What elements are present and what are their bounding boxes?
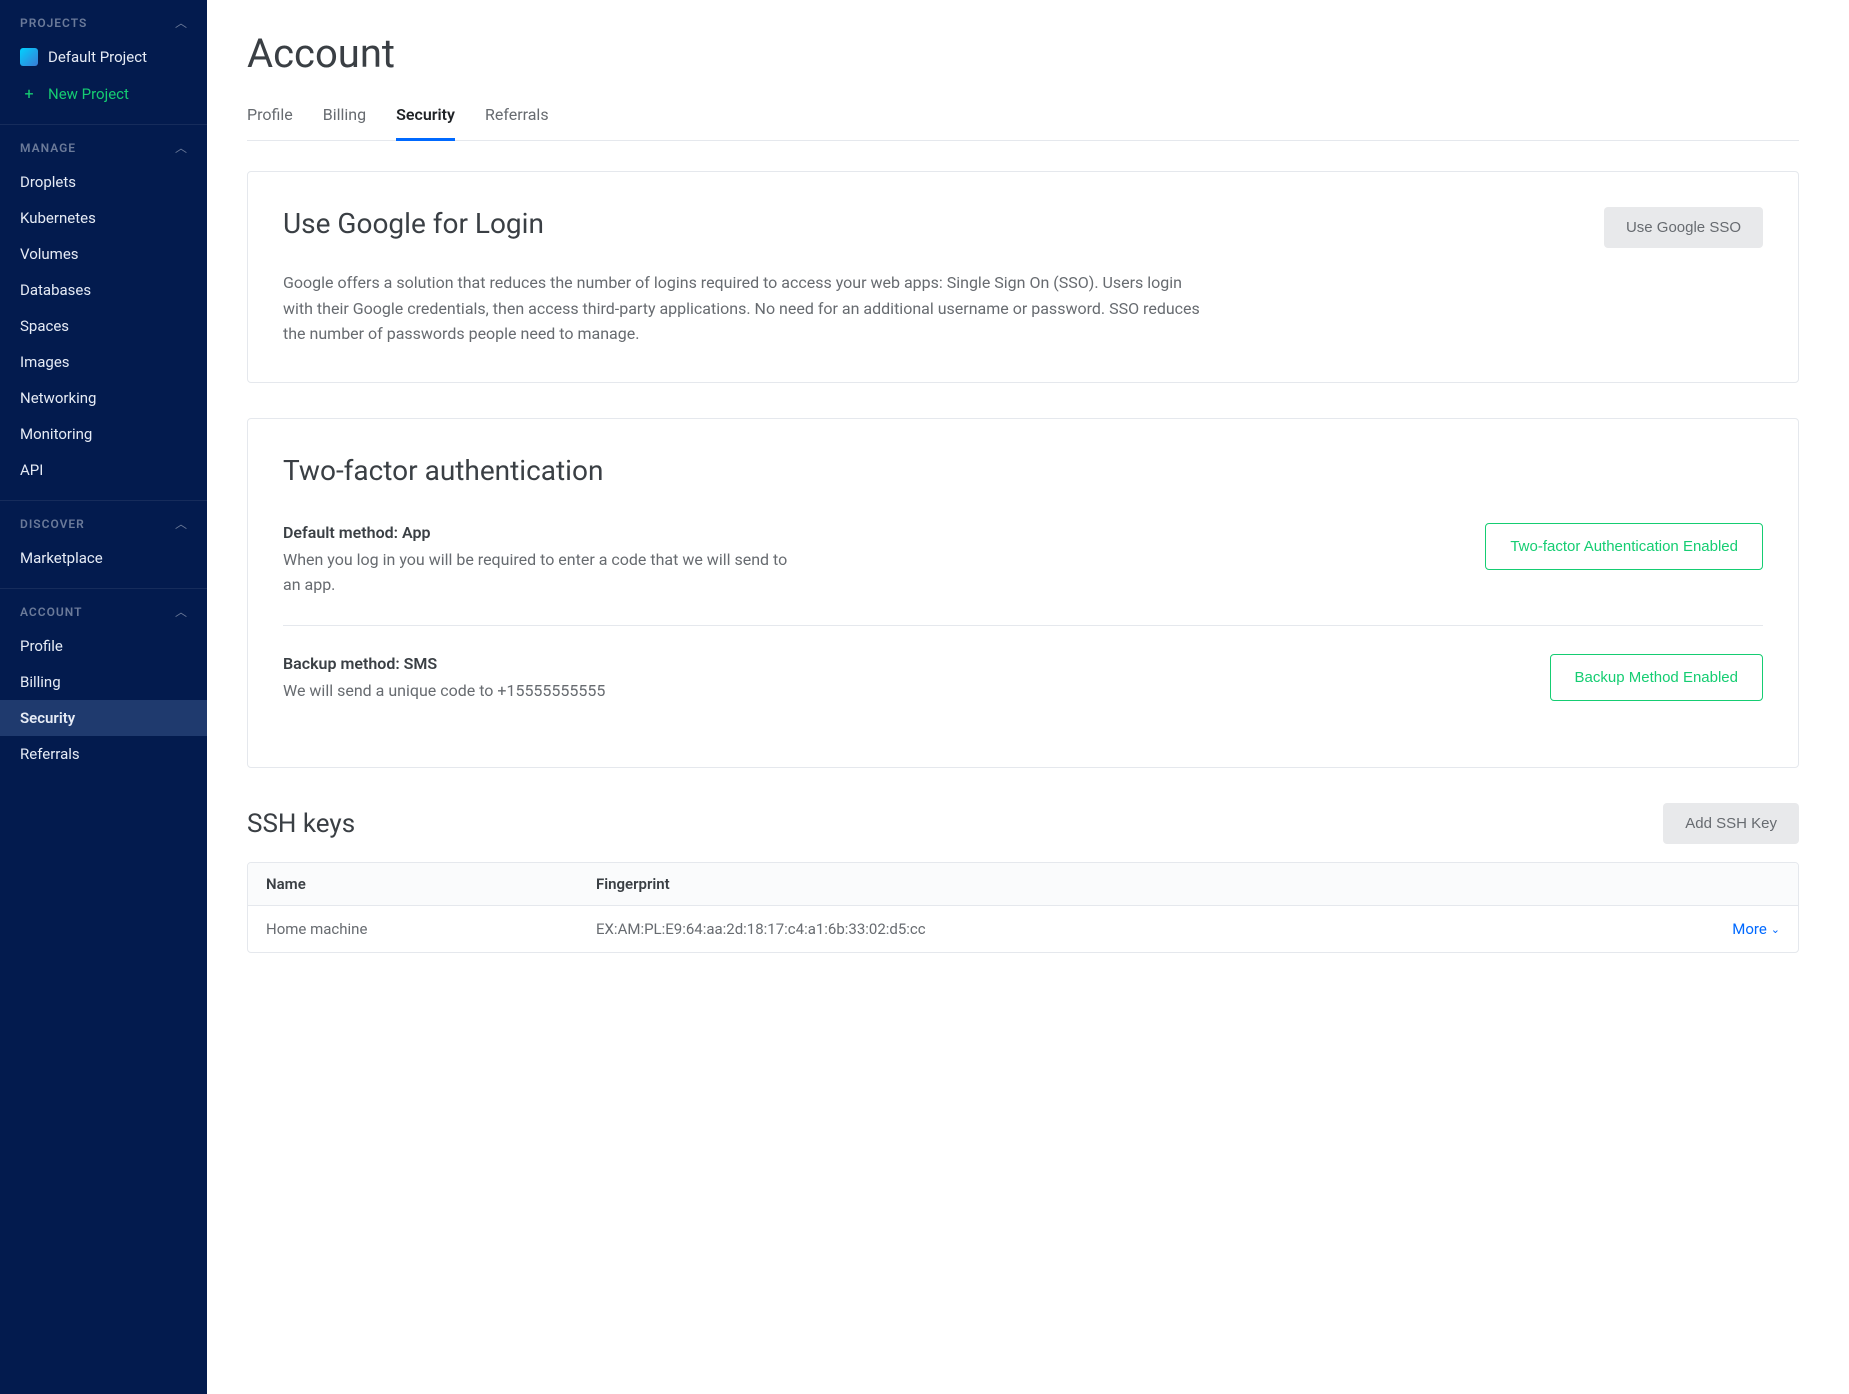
tfa-default-label: Default method: App xyxy=(283,523,803,542)
sidebar-item-label: Default Project xyxy=(48,48,147,66)
sso-title: Use Google for Login xyxy=(283,207,544,240)
sidebar-item-networking[interactable]: Networking xyxy=(0,380,207,416)
backup-enabled-button[interactable]: Backup Method Enabled xyxy=(1550,654,1763,701)
sidebar-section-manage: MANAGE ︿ Droplets Kubernetes Volumes Dat… xyxy=(0,125,207,501)
tfa-backup-label: Backup method: SMS xyxy=(283,654,605,673)
sidebar-item-label: Billing xyxy=(20,673,61,691)
sidebar-item-label: Volumes xyxy=(20,245,79,263)
main-content: Account Profile Billing Security Referra… xyxy=(207,0,1849,1394)
sidebar-item-label: Referrals xyxy=(20,745,80,763)
ssh-section: SSH keys Add SSH Key Name Fingerprint Ho… xyxy=(247,803,1799,953)
tabs: Profile Billing Security Referrals xyxy=(247,105,1799,141)
sidebar-item-spaces[interactable]: Spaces xyxy=(0,308,207,344)
sidebar-header-discover[interactable]: DISCOVER ︿ xyxy=(0,501,207,540)
tab-security[interactable]: Security xyxy=(396,105,455,141)
sidebar-section-projects: PROJECTS ︿ Default Project + New Project xyxy=(0,0,207,125)
tfa-default-row: Default method: App When you log in you … xyxy=(283,515,1763,626)
sidebar-item-label: Security xyxy=(20,709,75,727)
ssh-title: SSH keys xyxy=(247,809,355,839)
sidebar-item-label: Marketplace xyxy=(20,549,103,567)
sidebar-item-profile[interactable]: Profile xyxy=(0,628,207,664)
add-ssh-key-button[interactable]: Add SSH Key xyxy=(1663,803,1799,844)
sidebar-item-marketplace[interactable]: Marketplace xyxy=(0,540,207,576)
sidebar: PROJECTS ︿ Default Project + New Project… xyxy=(0,0,207,1394)
ssh-table: Name Fingerprint Home machine EX:AM:PL:E… xyxy=(247,862,1799,953)
sidebar-item-monitoring[interactable]: Monitoring xyxy=(0,416,207,452)
tab-referrals[interactable]: Referrals xyxy=(485,105,549,141)
sidebar-item-label: Spaces xyxy=(20,317,69,335)
use-google-sso-button[interactable]: Use Google SSO xyxy=(1604,207,1763,248)
chevron-up-icon: ︿ xyxy=(175,515,187,532)
sidebar-item-databases[interactable]: Databases xyxy=(0,272,207,308)
sidebar-header-manage[interactable]: MANAGE ︿ xyxy=(0,125,207,164)
sidebar-item-security[interactable]: Security xyxy=(0,700,207,736)
sidebar-section-account: ACCOUNT ︿ Profile Billing Security Refer… xyxy=(0,589,207,784)
sidebar-item-label: Databases xyxy=(20,281,91,299)
ssh-key-fingerprint: EX:AM:PL:E9:64:aa:2d:18:17:c4:a1:6b:33:0… xyxy=(578,906,1678,952)
chevron-up-icon: ︿ xyxy=(175,14,187,31)
sidebar-item-label: Monitoring xyxy=(20,425,92,443)
tfa-backup-desc: We will send a unique code to +155555555… xyxy=(283,679,605,704)
chevron-up-icon: ︿ xyxy=(175,603,187,620)
sidebar-item-label: API xyxy=(20,461,43,479)
sidebar-item-droplets[interactable]: Droplets xyxy=(0,164,207,200)
chevron-up-icon: ︿ xyxy=(175,139,187,156)
chevron-down-icon: ⌄ xyxy=(1771,923,1780,936)
sidebar-item-referrals[interactable]: Referrals xyxy=(0,736,207,772)
ssh-table-header: Name Fingerprint xyxy=(248,863,1798,906)
ssh-col-fingerprint: Fingerprint xyxy=(578,863,1678,905)
sidebar-item-label: Images xyxy=(20,353,70,371)
project-icon xyxy=(20,48,38,66)
sidebar-header-label: DISCOVER xyxy=(20,517,85,531)
sidebar-section-discover: DISCOVER ︿ Marketplace xyxy=(0,501,207,589)
tfa-backup-row: Backup method: SMS We will send a unique… xyxy=(283,625,1763,732)
sidebar-header-account[interactable]: ACCOUNT ︿ xyxy=(0,589,207,628)
sso-description: Google offers a solution that reduces th… xyxy=(283,270,1213,347)
page-title: Account xyxy=(247,30,1799,77)
sidebar-item-billing[interactable]: Billing xyxy=(0,664,207,700)
sidebar-item-label: Droplets xyxy=(20,173,76,191)
tab-billing[interactable]: Billing xyxy=(323,105,366,141)
ssh-table-row: Home machine EX:AM:PL:E9:64:aa:2d:18:17:… xyxy=(248,906,1798,952)
sidebar-header-label: ACCOUNT xyxy=(20,605,82,619)
tfa-enabled-button[interactable]: Two-factor Authentication Enabled xyxy=(1485,523,1763,570)
sso-card: Use Google for Login Use Google SSO Goog… xyxy=(247,171,1799,383)
ssh-key-name: Home machine xyxy=(248,906,578,952)
sidebar-item-label: Profile xyxy=(20,637,63,655)
ssh-col-name: Name xyxy=(248,863,578,905)
sidebar-item-default-project[interactable]: Default Project xyxy=(0,39,207,75)
sidebar-header-label: MANAGE xyxy=(20,141,76,155)
sidebar-header-label: PROJECTS xyxy=(20,16,87,30)
sidebar-item-api[interactable]: API xyxy=(0,452,207,488)
sidebar-item-volumes[interactable]: Volumes xyxy=(0,236,207,272)
tfa-default-desc: When you log in you will be required to … xyxy=(283,548,803,598)
sidebar-item-kubernetes[interactable]: Kubernetes xyxy=(0,200,207,236)
sidebar-header-projects[interactable]: PROJECTS ︿ xyxy=(0,0,207,39)
tab-profile[interactable]: Profile xyxy=(247,105,293,141)
sidebar-item-label: Networking xyxy=(20,389,96,407)
tfa-card: Two-factor authentication Default method… xyxy=(247,418,1799,768)
sidebar-item-images[interactable]: Images xyxy=(0,344,207,380)
more-label: More xyxy=(1732,920,1767,938)
plus-icon: + xyxy=(20,84,38,103)
tfa-title: Two-factor authentication xyxy=(283,454,1763,487)
sidebar-item-label: Kubernetes xyxy=(20,209,96,227)
ssh-more-button[interactable]: More ⌄ xyxy=(1732,920,1780,938)
sidebar-item-new-project[interactable]: + New Project xyxy=(0,75,207,112)
sidebar-item-label: New Project xyxy=(48,85,129,103)
